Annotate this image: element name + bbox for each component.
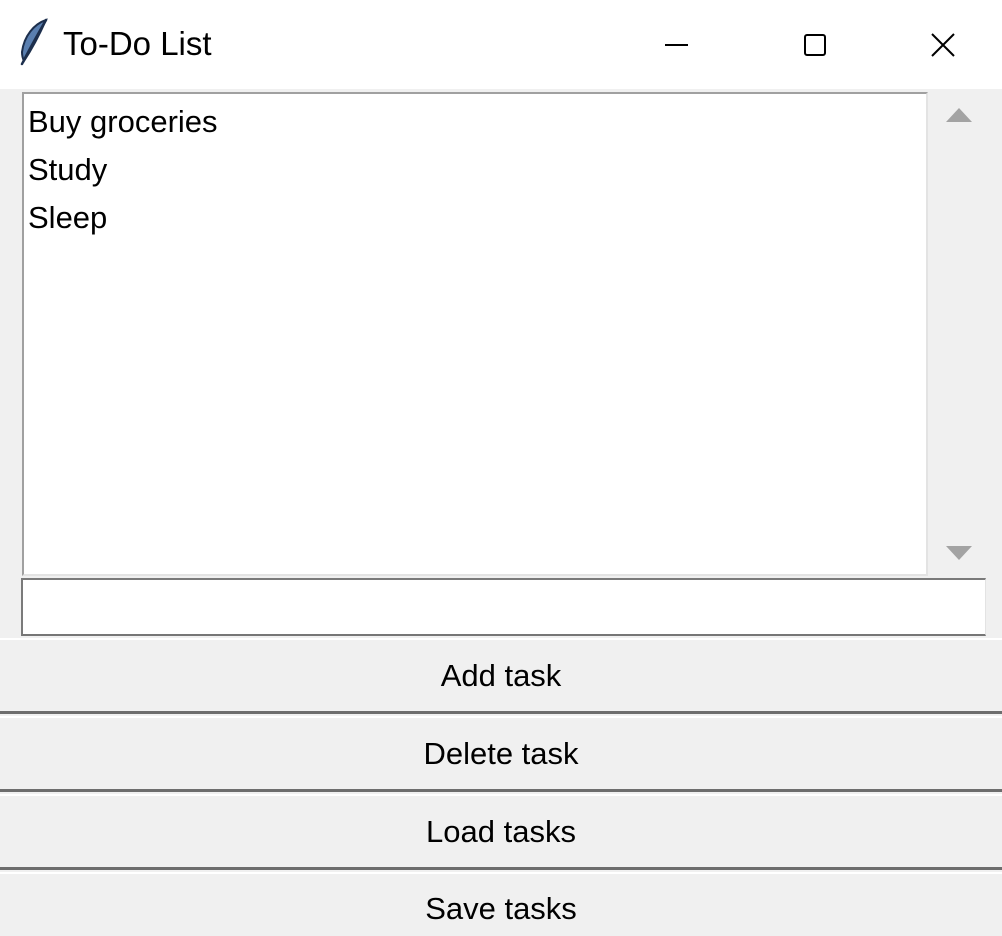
task-item[interactable]: Study — [24, 146, 926, 194]
triangle-up-icon — [945, 107, 973, 128]
add-task-button[interactable]: Add task — [0, 638, 1002, 714]
minimize-icon — [665, 43, 689, 47]
maximize-icon — [804, 33, 826, 56]
minimize-button[interactable] — [608, 0, 746, 89]
vertical-scrollbar[interactable] — [934, 92, 984, 578]
title-bar[interactable]: To-Do List — [0, 0, 1002, 89]
task-listbox[interactable]: Buy groceries Study Sleep — [22, 92, 928, 576]
feather-icon — [16, 18, 50, 66]
task-item[interactable]: Sleep — [24, 194, 926, 242]
app-window: To-Do List Buy groceries Study Sleep Add… — [0, 0, 1002, 936]
scroll-down-button[interactable] — [934, 530, 984, 580]
scroll-up-button[interactable] — [934, 92, 984, 142]
maximize-button[interactable] — [746, 0, 884, 89]
delete-task-button[interactable]: Delete task — [0, 716, 1002, 792]
triangle-down-icon — [945, 545, 973, 566]
window-title: To-Do List — [63, 25, 212, 62]
load-tasks-button[interactable]: Load tasks — [0, 794, 1002, 870]
close-icon — [931, 32, 955, 57]
task-item[interactable]: Buy groceries — [24, 98, 926, 146]
task-entry-input[interactable] — [21, 578, 986, 636]
close-button[interactable] — [884, 0, 1002, 89]
save-tasks-button[interactable]: Save tasks — [0, 872, 1002, 936]
